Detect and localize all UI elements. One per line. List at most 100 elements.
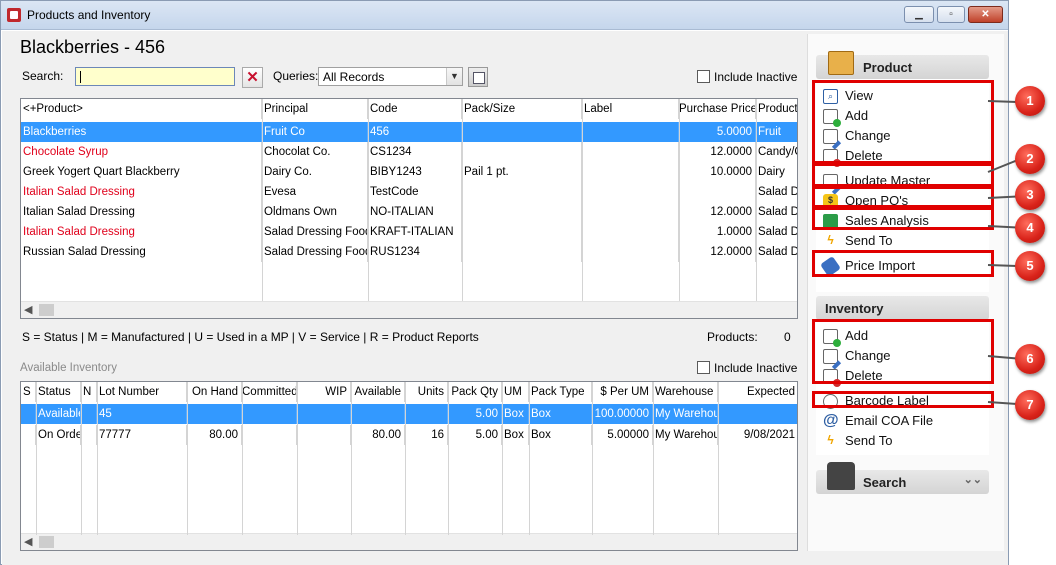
inventory-cell-um: Box [502,425,529,445]
clear-search-button[interactable]: ✕ [242,67,263,88]
col-header-principal[interactable]: Principal [262,99,368,119]
callout-6: 6 [1015,344,1045,374]
inventory-col-header-n[interactable]: N [81,382,97,402]
column-divider [36,382,37,535]
inventory-col-header-warehouse[interactable]: Warehouse [653,382,718,402]
product-cell-label [582,122,679,142]
inventory-header-row: S Status N Lot Number On Hand Committed WIP Ava… [21,382,797,402]
double-chevron-down-icon[interactable]: ⌄⌄ [964,473,982,486]
lightning-icon: ϟ [827,433,834,447]
inventory-cell-s [21,425,36,445]
product-cell-product: Italian Salad Dressing [21,222,262,242]
callout-4: 4 [1015,213,1045,243]
product-send-to-item[interactable]: ϟ Send To [823,232,892,250]
inventory-col-header-onhand[interactable]: On Hand [187,382,242,402]
inventory-col-header-perum[interactable]: $ Per UM [592,382,653,402]
email-coa-item[interactable]: @ Email COA File [823,412,933,430]
inventory-cell-available [351,404,405,424]
col-header-pack-size[interactable]: Pack/Size [462,99,582,119]
inventory-col-header-units[interactable]: Units [405,382,448,402]
inventory-cell-lot: 77777 [97,425,187,445]
product-cell-principal: Chocolat Co. [262,142,368,162]
inventory-cell-perum: 100.00000 [592,404,653,424]
window-title: Products and Inventory [27,8,151,22]
product-cell-label [582,162,679,182]
column-divider [368,99,369,303]
inventory-include-inactive-checkbox[interactable] [697,361,710,374]
scroll-left-icon[interactable]: ◀ [24,303,32,316]
inventory-cell-um: Box [502,404,529,424]
inventory-col-header-packqty[interactable]: Pack Qty [448,382,502,402]
box-icon [828,51,854,75]
scroll-thumb[interactable] [39,536,54,548]
product-cell-category: Dairy [756,162,797,182]
highlight-box-7 [812,391,994,408]
product-cell-label [582,142,679,162]
search-panel-header[interactable]: Search ⌄⌄ [816,462,989,494]
product-cell-label [582,182,679,202]
product-row[interactable]: Chocolate Syrup Chocolat Co. CS1234 12.0000… [21,142,797,162]
search-input[interactable] [75,67,235,86]
product-cell-price: 10.0000 [679,162,756,182]
column-divider [242,382,243,535]
product-cell-product: Blackberries [21,122,262,142]
inventory-col-header-status[interactable]: Status [36,382,81,402]
inventory-col-header-available[interactable]: Available [351,382,405,402]
product-cell-principal: Dairy Co. [262,162,368,182]
inventory-col-header-um[interactable]: UM [502,382,529,402]
inventory-row[interactable]: Available 45 5.00 Box Box 100.00000 My Warehou [21,404,797,424]
status-legend: S = Status | M = Manufactured | U = Used… [22,330,479,344]
product-cell-product: Italian Salad Dressing [21,202,262,222]
column-divider [187,382,188,535]
products-horizontal-scrollbar[interactable]: ◀ [21,301,797,318]
include-inactive-checkbox[interactable] [697,70,710,83]
product-cell-code: KRAFT-ITALIAN [368,222,462,242]
product-cell-label [582,222,679,242]
save-query-button[interactable] [468,67,488,87]
search-label: Search: [22,69,64,83]
inventory-cell-n [81,404,97,424]
product-row[interactable]: Italian Salad Dressing Evesa TestCode Salad… [21,182,797,202]
col-header-product-category[interactable]: Product [756,99,797,119]
scroll-thumb[interactable] [39,304,54,316]
product-row[interactable]: Russian Salad Dressing Salad Dressing Foo… [21,242,797,262]
inventory-row[interactable]: On Order7777780.0080.00165.00BoxBox5.000… [21,425,797,445]
product-row[interactable]: Greek Yogert Quart Blackberry Dairy Co. BI… [21,162,797,182]
product-cell-principal: Salad Dressing Food C [262,242,368,262]
inventory-col-header-expected[interactable]: Expected [718,382,797,402]
inventory-col-header-packtype[interactable]: Pack Type [529,382,592,402]
binoculars-icon [827,462,855,490]
highlight-box-5 [812,250,994,277]
product-row[interactable]: Blackberries Fruit Co 456 5.0000 Fruit [21,122,797,142]
clear-x-icon: ✕ [246,69,259,86]
product-row[interactable]: Italian Salad Dressing Oldmans Own NO-ITAL… [21,202,797,222]
inventory-col-header-committed[interactable]: Committed [242,382,297,402]
queries-select[interactable]: All Records ▼ [318,67,463,86]
inventory-cell-packqty: 5.00 [448,425,502,445]
inventory-send-to-item[interactable]: ϟ Send To [823,432,892,450]
inventory-panel-header[interactable]: Inventory [816,296,989,320]
product-panel-header[interactable]: Product [816,51,989,79]
inventory-col-header-lot[interactable]: Lot Number [97,382,187,402]
inventory-send-to-label: Send To [845,433,893,448]
close-button[interactable]: ✕ [968,6,1003,23]
callout-3: 3 [1015,180,1045,210]
product-cell-category: Salad Dr [756,222,797,242]
inventory-horizontal-scrollbar[interactable]: ◀ [21,533,797,550]
col-header-purchase-price[interactable]: Purchase Price [679,99,756,119]
col-header-label[interactable]: Label [582,99,679,119]
inventory-cell-onhand: 80.00 [187,425,242,445]
product-cell-pack [462,202,582,222]
product-row[interactable]: Italian Salad Dressing Salad Dressing Foo… [21,222,797,242]
col-header-code[interactable]: Code [368,99,462,119]
col-header-product[interactable]: <+Product> [21,99,262,119]
minimize-button[interactable]: ▁ [904,6,934,23]
search-panel-title: Search [863,475,907,490]
email-icon: @ [823,412,839,429]
callout-7: 7 [1015,390,1045,420]
scroll-left-icon[interactable]: ◀ [24,535,32,548]
inventory-col-header-wip[interactable]: WIP [297,382,351,402]
maximize-button[interactable]: ▫ [937,6,965,23]
column-divider [756,99,757,303]
inventory-col-header-s[interactable]: S [21,382,36,402]
